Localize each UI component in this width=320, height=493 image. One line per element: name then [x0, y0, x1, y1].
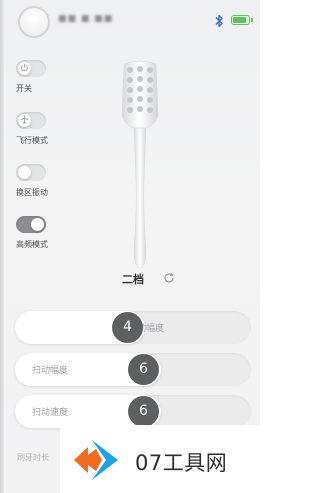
toggle-power: 开关 [16, 60, 56, 94]
toothbrush-illustration [121, 60, 159, 269]
slider-label: 扫动幅度 [32, 366, 69, 376]
high-frequency-label: 高频模式 [16, 240, 48, 249]
refresh-icon[interactable] [163, 272, 175, 284]
bluetooth-icon [215, 14, 223, 28]
gear-level-label: 二档 [122, 273, 144, 286]
toggle-knob [31, 218, 44, 231]
toggle-zone-vibration: 换区振动 [16, 164, 56, 198]
toggle-airplane-mode: 飞行模式 [16, 112, 56, 146]
high-frequency-toggle[interactable] [16, 216, 46, 233]
username: ■■ ■.■■ [58, 14, 114, 24]
sweep-amplitude-slider-2[interactable]: 扫动幅度 6 [15, 353, 251, 386]
watermark: 07工具网 [60, 425, 260, 493]
toggle-knob [18, 166, 31, 179]
airplane-icon [20, 115, 29, 124]
airplane-mode-toggle[interactable] [16, 112, 46, 129]
sweep-amplitude-slider[interactable]: 扫动幅度 4 [15, 311, 251, 344]
slider-label: 扫动速度 [32, 408, 69, 418]
sweep-speed-slider[interactable]: 扫动速度 6 [15, 395, 251, 428]
slider-handle[interactable]: 6 [128, 354, 159, 385]
avatar[interactable] [18, 6, 50, 38]
power-icon [21, 63, 28, 72]
brushing-duration-label: 刷牙时长 [17, 453, 49, 462]
airplane-mode-label: 飞行模式 [16, 136, 48, 145]
battery-fill [233, 17, 246, 23]
slider-handle[interactable]: 4 [112, 312, 143, 343]
battery-indicator [231, 15, 253, 25]
power-toggle[interactable] [16, 60, 46, 77]
app-screen: ■■ ■.■■ 开关 飞行模式 换区振动 高频模式 二档 扫动幅度 4 扫动幅度… [0, 0, 260, 493]
watermark-logo [74, 440, 118, 480]
zone-vibration-toggle[interactable] [16, 164, 46, 181]
slider-handle[interactable]: 6 [128, 396, 159, 427]
toggle-high-frequency: 高频模式 [16, 216, 56, 250]
power-toggle-label: 开关 [16, 84, 32, 93]
screen-edge [0, 0, 4, 493]
zone-vibration-label: 换区振动 [16, 188, 48, 197]
watermark-text: 07工具网 [135, 451, 228, 475]
